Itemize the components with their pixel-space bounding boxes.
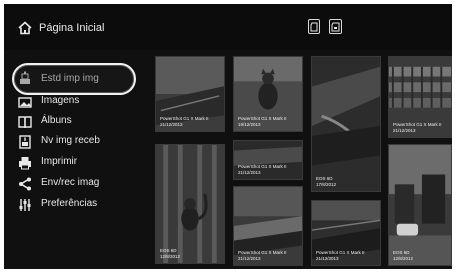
thumbnail-caption: EOS 6D 12/8/2012: [393, 250, 413, 262]
image-thumbnail[interactable]: PowerShot G1 X Mark II 21/12/2013: [388, 56, 452, 138]
book-icon: [18, 116, 32, 129]
home-icon[interactable]: [18, 21, 32, 35]
menu-item-label: Env/rec imag: [41, 177, 100, 188]
preferences-icon: [19, 199, 31, 211]
card-glyph-icon: [331, 22, 340, 32]
thumbnail-caption: PowerShot G1 X Mark II 21/12/2013: [238, 164, 287, 176]
image-thumbnail[interactable]: PowerShot G1 X Mark II 21/12/2013: [155, 56, 225, 132]
photo-preview: [156, 145, 224, 263]
image-thumbnail[interactable]: EOS 6D 12/8/2012: [155, 144, 225, 264]
thumbnail-caption: PowerShot G1 X Mark II 19/12/2013: [238, 116, 287, 128]
sd-card-icon[interactable]: [308, 19, 320, 34]
menu-item-send-receive[interactable]: Env/rec imag: [14, 174, 132, 194]
thumbnail-caption: PowerShot G1 X Mark II 21/12/2013: [316, 250, 365, 262]
menu-item-print[interactable]: Imprimir: [14, 153, 132, 173]
menu-item-albums[interactable]: Álbuns: [14, 112, 132, 132]
photo-date: 19/12/2013: [238, 122, 261, 127]
thumbnail-caption: PowerShot G1 X Mark II 21/12/2013: [160, 116, 209, 128]
menu-item-label: Estd imp img: [41, 73, 99, 84]
printer-icon: [19, 157, 31, 170]
image-thumbnail[interactable]: EOS 6D 12/8/2012: [388, 144, 452, 266]
card-glyph-icon: [310, 22, 318, 32]
image-thumbnail[interactable]: PowerShot G1 X Mark II 19/12/2013: [233, 56, 303, 132]
menu-item-label: Imagens: [41, 95, 80, 106]
menu-item-print-status[interactable]: Estd imp img: [14, 68, 132, 88]
photo-date: 17/8/2012: [316, 182, 337, 187]
images-icon: [18, 97, 32, 108]
image-thumbnail[interactable]: PowerShot G1 X Mark II 21/12/2013: [233, 186, 303, 266]
menu-item-label: Álbuns: [41, 115, 72, 126]
photo-date: 21/12/2013: [238, 170, 261, 175]
menu-item-preferences[interactable]: Preferências: [14, 195, 132, 215]
photo-date: 21/12/2013: [393, 128, 416, 133]
header-bar: Página Inicial: [4, 4, 452, 50]
printer-status-icon: [20, 71, 30, 84]
photo-preview: [389, 145, 451, 265]
new-image-icon: [19, 135, 31, 149]
menu-item-images[interactable]: Imagens: [14, 92, 132, 112]
photo-preview: [312, 57, 380, 191]
image-thumbnail[interactable]: PowerShot G1 X Mark II 21/12/2013: [233, 140, 303, 180]
menu-item-label: Nv img receb: [41, 135, 100, 146]
image-thumbnail[interactable]: PowerShot G1 X Mark II 21/12/2013: [311, 200, 381, 266]
menu-item-label: Imprimir: [41, 156, 78, 167]
thumbnail-caption: EOS 6D 17/8/2012: [316, 176, 336, 188]
share-icon: [19, 177, 31, 191]
thumbnail-caption: PowerShot G1 X Mark II 21/12/2013: [393, 122, 442, 134]
photo-date: 21/12/2013: [160, 122, 183, 127]
thumbnail-caption: PowerShot G1 X Mark II 21/12/2013: [238, 250, 287, 262]
photo-date: 12/8/2012: [160, 254, 181, 259]
image-grid: PowerShot G1 X Mark II 21/12/2013 PowerS…: [153, 56, 452, 269]
home-screen: Página Inicial Estd imp img Imagens Álbu…: [4, 4, 452, 269]
menu-item-label: Preferências: [41, 198, 98, 209]
thumbnail-caption: EOS 6D 12/8/2012: [160, 248, 180, 260]
sd-card-icon[interactable]: [329, 19, 342, 34]
photo-date: 21/12/2013: [316, 256, 339, 261]
menu-item-new-images[interactable]: Nv img receb: [14, 132, 132, 152]
photo-date: 12/8/2012: [393, 256, 414, 261]
photo-date: 21/12/2013: [238, 256, 261, 261]
image-thumbnail[interactable]: EOS 6D 17/8/2012: [311, 56, 381, 192]
page-title: Página Inicial: [39, 22, 105, 34]
